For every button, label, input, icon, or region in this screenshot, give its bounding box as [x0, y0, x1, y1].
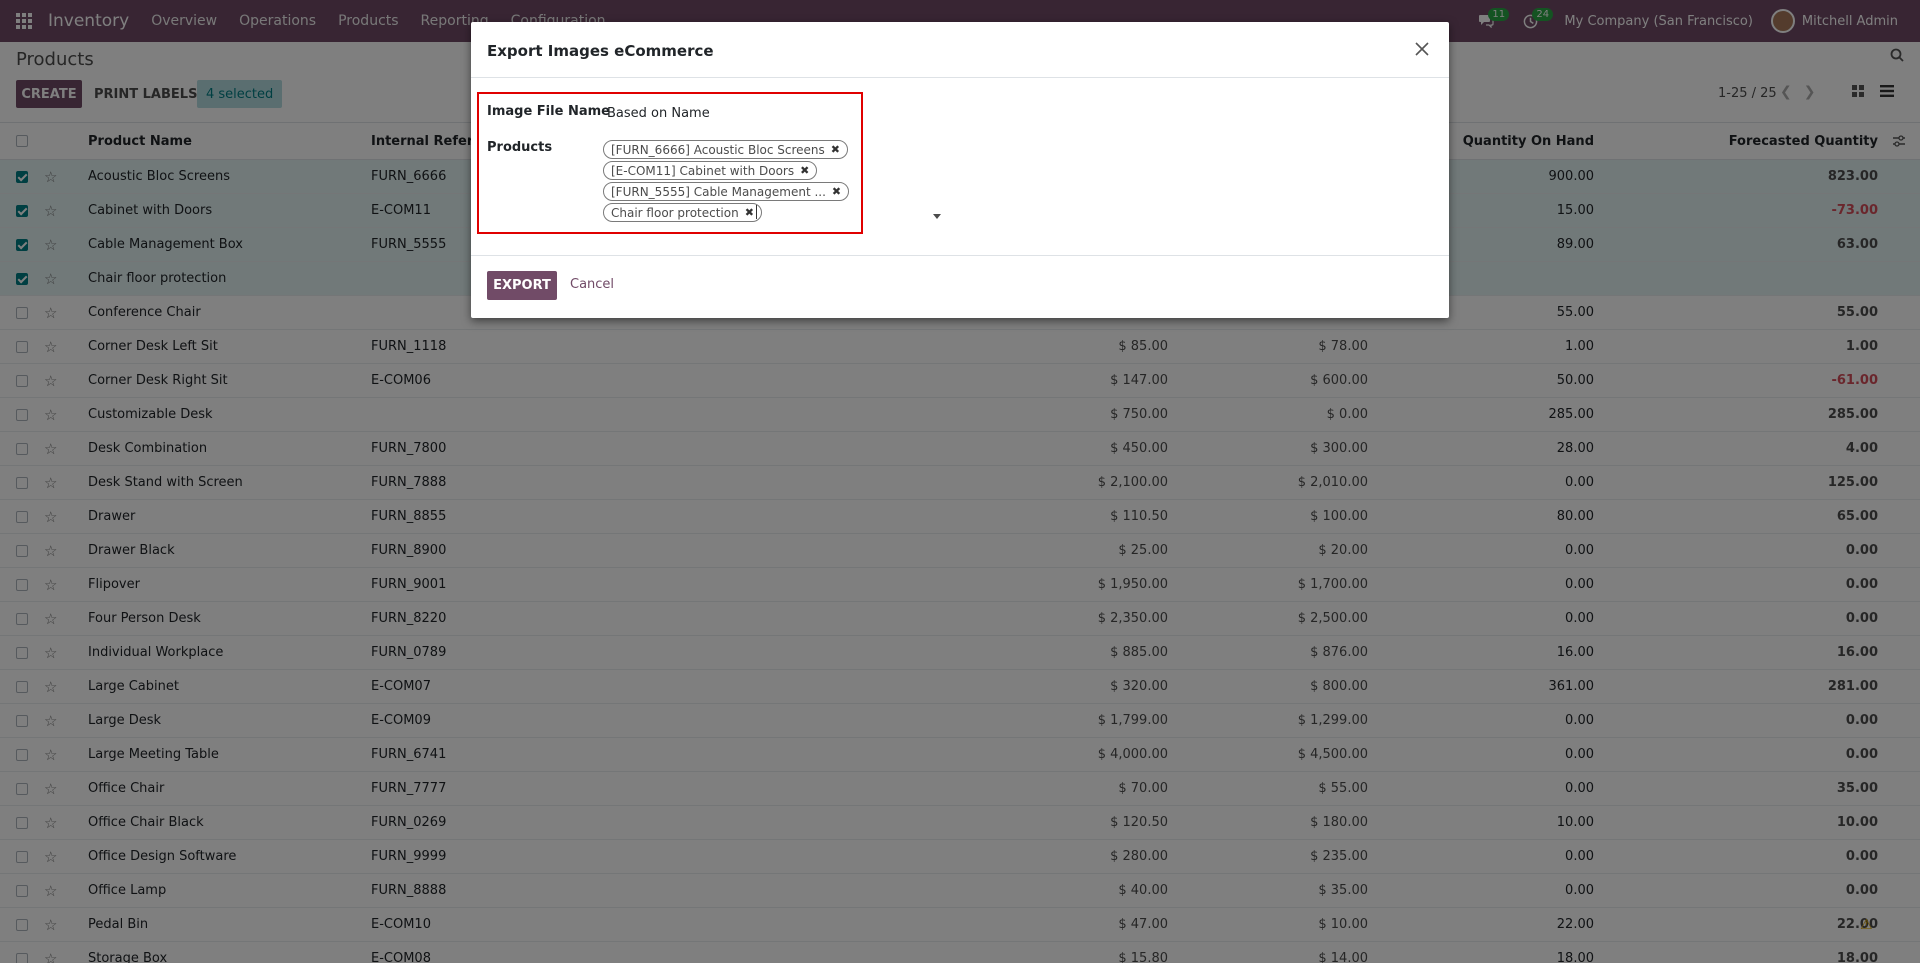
- product-tag-label: Chair floor protection: [611, 205, 739, 220]
- product-tag-label: [E-COM11] Cabinet with Doors: [611, 163, 795, 178]
- remove-tag-icon[interactable]: ✖: [800, 164, 809, 177]
- image-file-name-select[interactable]: Based on Name: [607, 106, 710, 121]
- cancel-button[interactable]: Cancel: [570, 277, 614, 292]
- dialog-footer: EXPORT Cancel: [471, 255, 1449, 318]
- chevron-down-icon[interactable]: [933, 214, 941, 219]
- product-tag: [E-COM11] Cabinet with Doors ✖: [603, 161, 818, 180]
- product-tag: Chair floor protection ✖: [603, 203, 762, 222]
- products-label: Products: [487, 140, 553, 155]
- remove-tag-icon[interactable]: ✖: [745, 206, 754, 219]
- remove-tag-icon[interactable]: ✖: [831, 143, 840, 156]
- remove-tag-icon[interactable]: ✖: [832, 185, 841, 198]
- product-tag: [FURN_5555] Cable Management ... ✖: [603, 182, 850, 201]
- products-input[interactable]: [756, 205, 757, 219]
- image-file-name-label: Image File Name: [487, 104, 610, 119]
- close-icon[interactable]: [1411, 38, 1433, 60]
- export-button[interactable]: EXPORT: [487, 271, 557, 300]
- product-tag-label: [FURN_5555] Cable Management ...: [611, 184, 826, 199]
- export-images-dialog: Export Images eCommerce Image File Name …: [471, 22, 1449, 318]
- product-tag: [FURN_6666] Acoustic Bloc Screens ✖: [603, 140, 849, 159]
- dialog-title: Export Images eCommerce: [487, 42, 714, 60]
- dialog-header: Export Images eCommerce: [471, 22, 1449, 78]
- product-tag-label: [FURN_6666] Acoustic Bloc Screens: [611, 142, 825, 157]
